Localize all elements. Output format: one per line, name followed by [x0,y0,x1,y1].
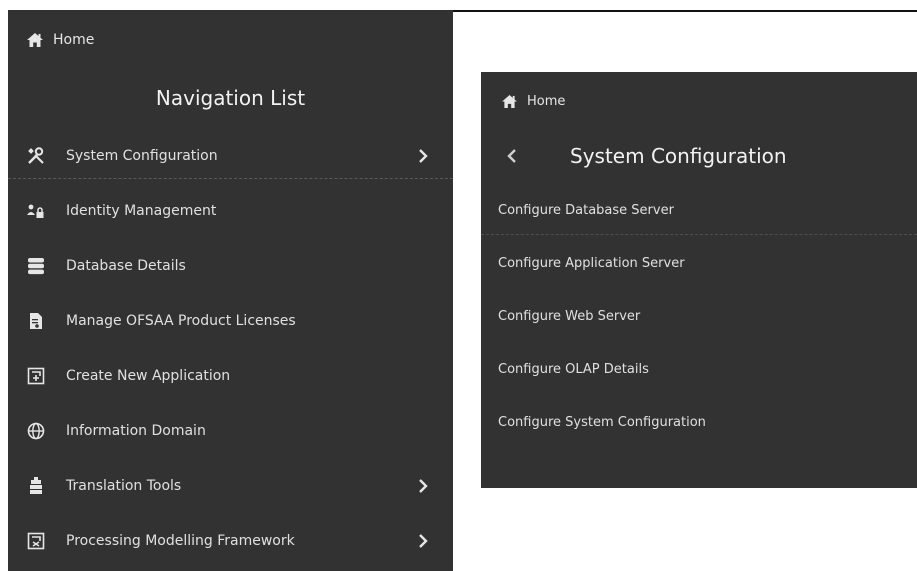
nav-item-create-new-application[interactable]: Create New Application [8,348,453,403]
system-configuration-panel: Home System Configuration Configure Data… [481,72,917,488]
home-icon [27,32,43,48]
home-icon [501,93,517,109]
processing-framework-icon [27,532,45,550]
nav-item-information-domain[interactable]: Information Domain [8,403,453,458]
globe-icon [27,422,45,440]
nav-item-label: Processing Modelling Framework [66,532,295,549]
nav-item-label: System Configuration [66,147,218,164]
tools-icon [27,146,45,165]
nav-item-label: Translation Tools [66,477,182,494]
new-application-icon [27,367,45,385]
submenu-title: System Configuration [570,144,787,168]
home-label: Home [527,93,566,109]
nav-item-manage-licenses[interactable]: Manage OFSAA Product Licenses [8,293,453,348]
nav-item-database-details[interactable]: Database Details [8,238,453,293]
chevron-right-icon[interactable] [416,148,430,163]
submenu-header: System Configuration [481,136,917,176]
top-border-line [453,10,917,12]
nav-item-translation-tools[interactable]: Translation Tools [8,458,453,513]
nav-item-label: Identity Management [66,202,217,219]
nav-item-identity-management[interactable]: Identity Management [8,183,453,238]
chevron-right-icon[interactable] [416,533,430,548]
nav-item-processing-modelling-framework[interactable]: Processing Modelling Framework [8,513,453,568]
chevron-left-icon[interactable] [505,147,519,165]
nav-item-label: Information Domain [66,422,206,439]
navigation-list: System Configuration Identity Management… [8,128,453,568]
home-link[interactable]: Home [27,32,94,48]
submenu-item-configure-application-server[interactable]: Configure Application Server [481,237,917,290]
license-document-icon [27,312,45,330]
home-label: Home [53,32,95,48]
navigation-list-panel: Home Navigation List System Configuratio… [8,10,453,571]
nav-item-label: Create New Application [66,367,231,384]
nav-item-system-configuration[interactable]: System Configuration [8,128,453,183]
submenu-item-configure-database-server[interactable]: Configure Database Server [481,184,917,237]
submenu-list: Configure Database Server Configure Appl… [481,184,917,449]
submenu-item-configure-olap-details[interactable]: Configure OLAP Details [481,343,917,396]
navigation-list-title: Navigation List [155,86,306,110]
users-lock-icon [27,202,45,220]
nav-item-label: Database Details [66,257,186,274]
translation-tools-icon [27,476,45,495]
nav-item-label: Manage OFSAA Product Licenses [66,312,296,329]
chevron-right-icon[interactable] [416,478,430,493]
home-link[interactable]: Home [501,93,565,109]
submenu-item-configure-web-server[interactable]: Configure Web Server [481,290,917,343]
database-icon [27,257,45,275]
submenu-item-configure-system-configuration[interactable]: Configure System Configuration [481,396,917,449]
